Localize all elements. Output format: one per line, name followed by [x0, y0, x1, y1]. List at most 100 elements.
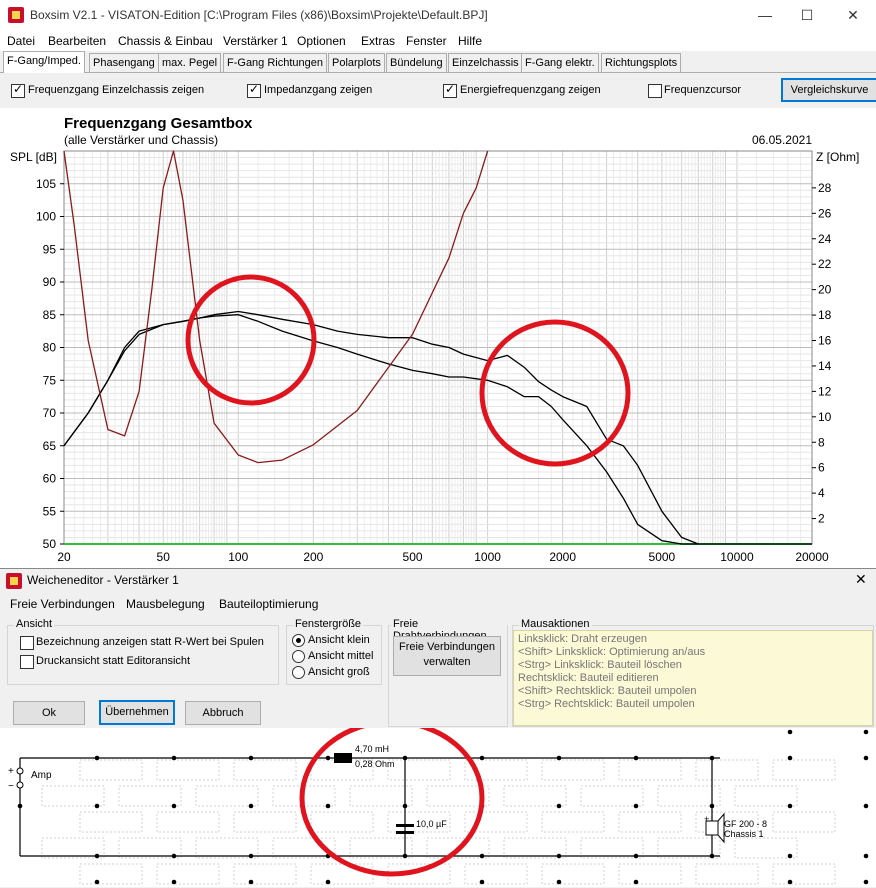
- component-slot[interactable]: [695, 759, 759, 781]
- component-slot[interactable]: [79, 863, 143, 885]
- component-slot[interactable]: [503, 785, 567, 807]
- component-slot[interactable]: [772, 863, 836, 885]
- menu-extras[interactable]: Extras: [361, 34, 395, 48]
- chk-druckansicht[interactable]: [20, 655, 34, 669]
- chk-einzelchassis[interactable]: [11, 82, 25, 98]
- dialog-menu-freie-verbindungen[interactable]: Freie Verbindungen: [10, 597, 115, 611]
- menu-optionen[interactable]: Optionen: [297, 34, 346, 48]
- circuit-node[interactable]: [787, 853, 793, 859]
- menu-bearbeiten[interactable]: Bearbeiten: [48, 34, 106, 48]
- component-slot[interactable]: [233, 863, 297, 885]
- circuit-node[interactable]: [863, 755, 869, 761]
- radio-ansicht-mittel[interactable]: [292, 650, 305, 663]
- circuit-node[interactable]: [402, 853, 408, 859]
- inductor-symbol[interactable]: [334, 753, 352, 763]
- circuit-node[interactable]: [633, 755, 639, 761]
- circuit-node[interactable]: [556, 803, 562, 809]
- component-slot[interactable]: [195, 837, 259, 859]
- component-slot[interactable]: [657, 785, 721, 807]
- circuit-node[interactable]: [402, 755, 408, 761]
- component-slot[interactable]: [541, 811, 605, 833]
- circuit-node[interactable]: [248, 879, 254, 885]
- circuit-node[interactable]: [94, 755, 100, 761]
- component-slot[interactable]: [618, 811, 682, 833]
- tab-phasengang[interactable]: Phasengang: [89, 53, 159, 72]
- tab-max-pegel[interactable]: max. Pegel: [158, 53, 222, 72]
- vergleichskurve-button[interactable]: Vergleichskurve: [781, 78, 876, 102]
- circuit-node[interactable]: [171, 755, 177, 761]
- circuit-node[interactable]: [863, 853, 869, 859]
- menu-datei[interactable]: Datei: [7, 34, 35, 48]
- circuit-node[interactable]: [402, 803, 408, 809]
- circuit-node[interactable]: [94, 853, 100, 859]
- circuit-node[interactable]: [248, 853, 254, 859]
- menu-fenster[interactable]: Fenster: [406, 34, 447, 48]
- component-slot[interactable]: [118, 837, 182, 859]
- circuit-node[interactable]: [709, 853, 715, 859]
- cancel-button[interactable]: Abbruch: [185, 701, 261, 725]
- component-slot[interactable]: [310, 811, 374, 833]
- capacitor-plate-top[interactable]: [396, 824, 414, 827]
- circuit-node[interactable]: [633, 853, 639, 859]
- component-slot[interactable]: [772, 759, 836, 781]
- circuit-node[interactable]: [479, 853, 485, 859]
- circuit-node[interactable]: [787, 803, 793, 809]
- tab-fgang-richtungen[interactable]: F-Gang Richtungen: [223, 53, 327, 72]
- apply-button[interactable]: Übernehmen: [99, 700, 175, 725]
- chk-energie[interactable]: [443, 82, 457, 98]
- tab-polarplots[interactable]: Polarplots: [328, 53, 385, 72]
- circuit-node[interactable]: [709, 755, 715, 761]
- component-slot[interactable]: [695, 863, 759, 885]
- dialog-menu-bauteiloptimierung[interactable]: Bauteiloptimierung: [219, 597, 318, 611]
- circuit-canvas[interactable]: + − Amp 4,70 mH 0,28 Ohm 10,0 µF + GF 20…: [0, 728, 876, 887]
- tab-einzelchassis[interactable]: Einzelchassis: [448, 53, 523, 72]
- component-slot[interactable]: [41, 785, 105, 807]
- circuit-node[interactable]: [479, 879, 485, 885]
- component-slot[interactable]: [387, 759, 451, 781]
- maximize-button[interactable]: ☐: [787, 0, 827, 30]
- circuit-node[interactable]: [787, 879, 793, 885]
- amp-terminal-plus[interactable]: [16, 767, 24, 775]
- component-slot[interactable]: [541, 863, 605, 885]
- menu-verstaerker[interactable]: Verstärker 1: [223, 34, 288, 48]
- component-slot[interactable]: [503, 837, 567, 859]
- component-slot[interactable]: [156, 759, 220, 781]
- circuit-node[interactable]: [325, 803, 331, 809]
- close-button[interactable]: ✕: [833, 0, 873, 30]
- circuit-node[interactable]: [787, 755, 793, 761]
- component-slot[interactable]: [618, 759, 682, 781]
- tab-fgang-elektr[interactable]: F-Gang elektr.: [521, 53, 599, 72]
- circuit-node[interactable]: [171, 803, 177, 809]
- component-slot[interactable]: [156, 811, 220, 833]
- component-slot[interactable]: [541, 759, 605, 781]
- component-slot[interactable]: [618, 863, 682, 885]
- radio-ansicht-klein[interactable]: [292, 634, 305, 647]
- circuit-node[interactable]: [556, 755, 562, 761]
- circuit-node[interactable]: [633, 879, 639, 885]
- circuit-editor[interactable]: + − Amp 4,70 mH 0,28 Ohm 10,0 µF + GF 20…: [0, 728, 876, 887]
- tab-fgang-imped[interactable]: F-Gang/Imped.: [3, 51, 85, 73]
- circuit-node[interactable]: [787, 729, 793, 735]
- component-slot[interactable]: [580, 785, 644, 807]
- radio-ansicht-gross[interactable]: [292, 666, 305, 679]
- component-slot[interactable]: [118, 785, 182, 807]
- component-slot[interactable]: [41, 837, 105, 859]
- minimize-button[interactable]: —: [745, 0, 785, 30]
- component-slot[interactable]: [310, 863, 374, 885]
- amp-terminal-minus[interactable]: [16, 781, 24, 789]
- component-slot[interactable]: [349, 785, 413, 807]
- dialog-menu-mausbelegung[interactable]: Mausbelegung: [126, 597, 205, 611]
- component-slot[interactable]: [734, 785, 798, 807]
- circuit-node[interactable]: [709, 803, 715, 809]
- component-slot[interactable]: [79, 811, 143, 833]
- chk-impedanz[interactable]: [247, 82, 261, 98]
- circuit-node[interactable]: [17, 803, 23, 809]
- circuit-node[interactable]: [863, 729, 869, 735]
- circuit-node[interactable]: [556, 853, 562, 859]
- component-slot[interactable]: [772, 811, 836, 833]
- freie-verbindungen-button[interactable]: Freie Verbindungen verwalten: [393, 636, 501, 676]
- circuit-node[interactable]: [171, 879, 177, 885]
- circuit-node[interactable]: [863, 803, 869, 809]
- circuit-node[interactable]: [248, 755, 254, 761]
- component-slot[interactable]: [233, 811, 297, 833]
